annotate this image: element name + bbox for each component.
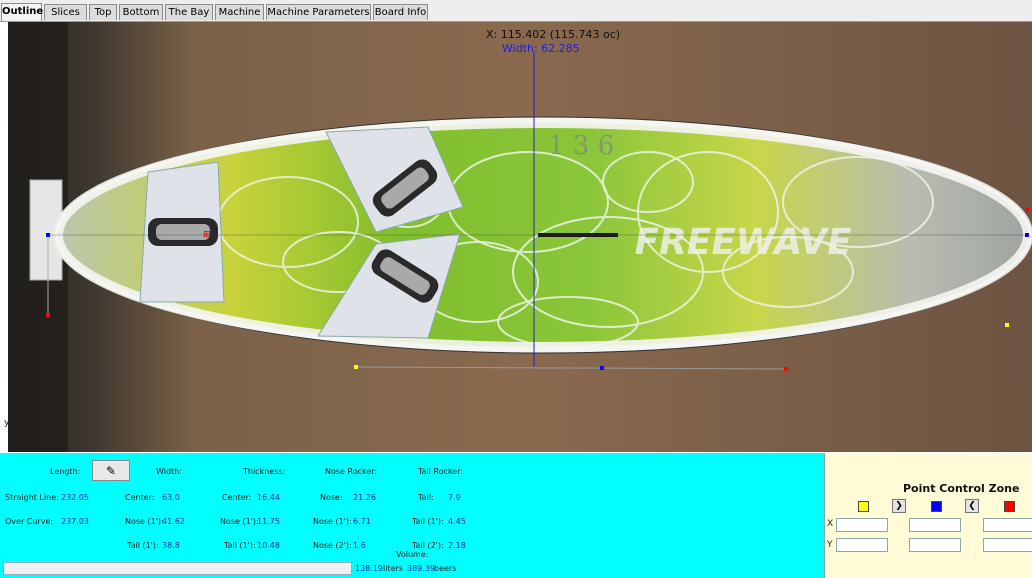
prev-point-button[interactable]: ❮ [965,499,979,513]
beers-label: beers [434,564,457,573]
blue-point-swatch[interactable] [931,501,942,512]
yellow-point-swatch[interactable] [858,501,869,512]
over-curve-value: 237.03 [61,517,89,526]
y-row-label: Y [827,540,833,550]
volume-liters-value: 138.19 [355,564,383,573]
over-curve-label: Over Curve: [5,517,54,526]
liters-label: liters [383,564,403,573]
tail-rocker-tail2-label: Tail (2'): [412,541,444,550]
thickness-center-label: Center: [222,493,252,502]
board-brand-text: FREEWAVE [631,220,856,263]
outline-viewport[interactable]: 1 3 6 FREEWAVE ⊞ [8,22,1032,452]
y-axis-label: y [4,418,10,428]
nose-rocker-nose2-value: 1.6 [353,541,366,550]
x-row-label: X [827,519,834,529]
thickness-nose-label: Nose (1'): [220,517,259,526]
nose-rocker-label: Nose Rocker: [325,467,378,476]
width-nose-label: Nose (1'): [125,517,164,526]
chevron-right-icon: ❯ [895,501,903,511]
nose-rocker-nose-label: Nose: [320,493,343,502]
tab-machine-parameters[interactable]: Machine Parameters [266,4,371,20]
tab-bar: Outline Slices Top Bottom The Bay Machin… [0,0,1032,22]
pencil-icon: ✎ [105,463,117,478]
x-coordinate-readout: X: 115.402 (115.743 oc) [486,28,621,41]
blue-x-field[interactable] [909,518,961,532]
point-control-zone: Point Control Zone ❯ ❮ X Y [824,453,1032,578]
measurement-panel: Length: ✎ Width: Thickness: Nose Rocker:… [0,453,824,578]
width-readout: Width: 62.285 [502,42,580,55]
red-y-field[interactable] [983,538,1032,552]
nose-rocker-nose-value: 21.26 [353,493,376,502]
red-x-field[interactable] [983,518,1032,532]
width-nose-value: 41.62 [162,517,185,526]
tail-rocker-tail-label: Tail: [418,493,434,502]
red-point-swatch[interactable] [1004,501,1015,512]
board-photo: 1 3 6 FREEWAVE ⊞ [8,22,1032,452]
tail-rocker-tail2-value: 2.18 [448,541,466,550]
length-label: Length: [50,467,81,476]
width-tail-label: Tail (1'): [127,541,159,550]
chevron-left-icon: ❮ [968,501,976,511]
tab-machine[interactable]: Machine [215,4,264,20]
nose-rocker-nose1-value: 6.71 [353,517,371,526]
tail-rocker-tail-value: 7.9 [448,493,461,502]
tail-rocker-tail1-value: 4.45 [448,517,466,526]
straight-line-value: 232.05 [61,493,89,502]
next-point-button[interactable]: ❯ [892,499,906,513]
tail-rocker-tail1-label: Tail (1'): [412,517,444,526]
tab-board-info[interactable]: Board Info [373,4,428,20]
thickness-center-value: 16.44 [257,493,280,502]
tab-the-bay[interactable]: The Bay [165,4,213,20]
volume-beers-value: 389.39 [407,564,435,573]
width-center-label: Center: [125,493,155,502]
yellow-x-field[interactable] [836,518,888,532]
volume-progress-bar [3,562,352,575]
nose-rocker-nose2-label: Nose (2'): [313,541,352,550]
tab-slices[interactable]: Slices [44,4,87,20]
tab-outline[interactable]: Outline [1,3,43,21]
thickness-tail-value: 10.48 [257,541,280,550]
volume-label: Volume: [396,550,429,559]
board-number: 1 3 6 [548,131,614,161]
width-center-value: 63.0 [162,493,180,502]
tab-top[interactable]: Top [89,4,117,20]
tail-rocker-label: Tail Rocker: [418,467,464,476]
thickness-label: Thickness: [243,467,286,476]
blue-y-field[interactable] [909,538,961,552]
point-control-title: Point Control Zone [903,482,1020,495]
nose-rocker-nose1-label: Nose (1'): [313,517,352,526]
tab-bottom[interactable]: Bottom [119,4,163,20]
straight-line-label: Straight Line: [5,493,59,502]
thickness-tail-label: Tail (1'): [224,541,256,550]
width-tail-value: 38.8 [162,541,180,550]
draw-button[interactable]: ✎ [92,460,130,481]
width-label: Width: [156,467,182,476]
thickness-nose-value: 11.75 [257,517,280,526]
strap-logo: ⊞ [203,230,211,240]
yellow-y-field[interactable] [836,538,888,552]
